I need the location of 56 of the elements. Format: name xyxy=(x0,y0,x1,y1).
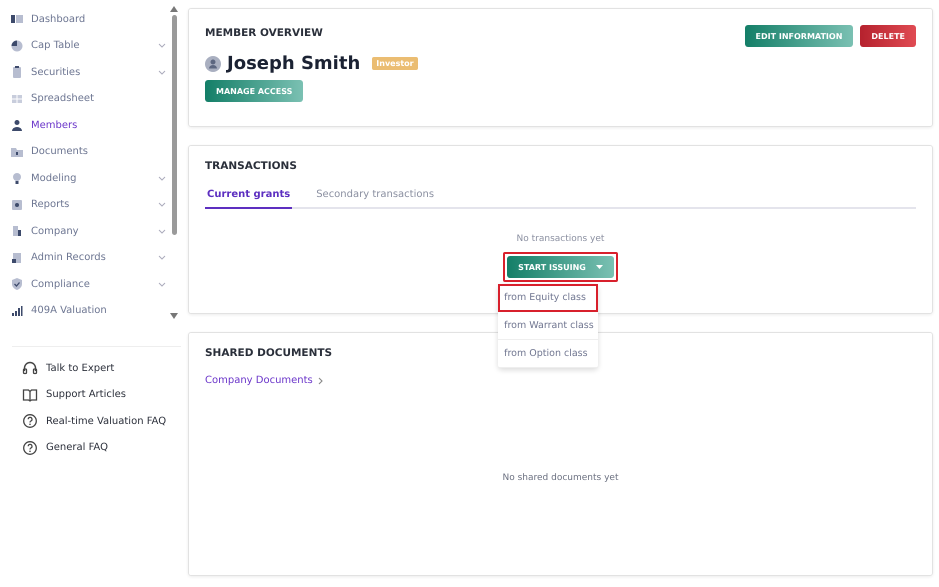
help-link[interactable]: Real-time Valuation FAQ xyxy=(0,408,185,434)
sidebar-item[interactable]: Documents xyxy=(0,138,166,165)
edit-button[interactable]: EDIT INFORMATION xyxy=(744,25,854,47)
empty-message: No shared documents yet xyxy=(502,473,620,483)
scrollbar-thumb[interactable] xyxy=(172,15,176,235)
chevron-down-icon xyxy=(158,176,166,181)
member-name: Joseph Smith xyxy=(227,53,360,74)
sidebar-item[interactable]: Compliance xyxy=(0,271,166,298)
chevron-down-icon xyxy=(158,255,166,260)
sidebar-item[interactable]: Securities xyxy=(0,59,166,86)
delete-button[interactable]: DELETE xyxy=(860,25,916,47)
chevron-down-icon xyxy=(158,202,166,208)
tab[interactable]: Current grants xyxy=(205,185,292,209)
shield-check-icon xyxy=(10,277,24,292)
sidebar-item[interactable]: Cap Table xyxy=(0,32,166,59)
sidebar-item[interactable]: Spreadsheet xyxy=(0,86,166,112)
sidebar-item[interactable]: 409A Valuation xyxy=(0,298,166,324)
documents-link[interactable]: Company Documents xyxy=(205,375,323,386)
avatar-icon xyxy=(205,56,221,72)
chevron-down-icon xyxy=(158,282,166,287)
section-title: TRANSACTIONS xyxy=(205,160,297,172)
section-title: MEMBER OVERVIEW xyxy=(205,27,323,39)
open-book-icon xyxy=(22,386,38,403)
menu-item[interactable]: from Equity class xyxy=(498,284,598,312)
help-circle-icon xyxy=(22,440,38,456)
help-link[interactable]: Talk to Expert xyxy=(0,355,185,382)
help-link[interactable]: General FAQ xyxy=(0,434,185,461)
bar-chart-icon xyxy=(10,304,24,318)
chevron-right-icon xyxy=(318,376,323,384)
tab[interactable]: Secondary transactions xyxy=(314,185,436,209)
caret-icon xyxy=(596,265,603,269)
chevron-down-icon xyxy=(158,43,166,48)
pie-chart-icon xyxy=(10,38,24,53)
start-issuing-button[interactable]: START ISSUING xyxy=(507,256,614,278)
menu-item[interactable]: from Warrant class xyxy=(498,312,598,340)
scroll-up-icon xyxy=(170,6,178,12)
role-badge: Investor xyxy=(372,57,418,70)
person-icon xyxy=(10,118,24,132)
sidebar-item[interactable]: Members xyxy=(0,112,166,138)
help-circle-icon xyxy=(22,413,38,430)
manage-access-button[interactable]: MANAGE ACCESS xyxy=(205,80,304,102)
sidebar-item[interactable]: Reports xyxy=(0,192,166,218)
sidebar-item[interactable]: Modeling xyxy=(0,165,166,192)
sidebar-item[interactable]: Dashboard xyxy=(0,6,166,32)
scroll-down-icon xyxy=(170,313,178,319)
menu-item[interactable]: from Option class xyxy=(498,340,598,368)
chevron-down-icon xyxy=(158,228,166,234)
chevron-down-icon xyxy=(158,70,166,75)
lightbulb-icon xyxy=(10,171,24,186)
section-title: SHARED DOCUMENTS xyxy=(205,347,332,359)
sidebar-item[interactable]: Admin Records xyxy=(0,244,166,271)
help-link[interactable]: Support Articles xyxy=(0,382,185,408)
headphones-icon xyxy=(22,360,38,376)
clipboard-icon xyxy=(10,65,24,80)
empty-message: No transactions yet xyxy=(516,234,604,244)
sidebar-item[interactable]: Company xyxy=(0,218,166,244)
